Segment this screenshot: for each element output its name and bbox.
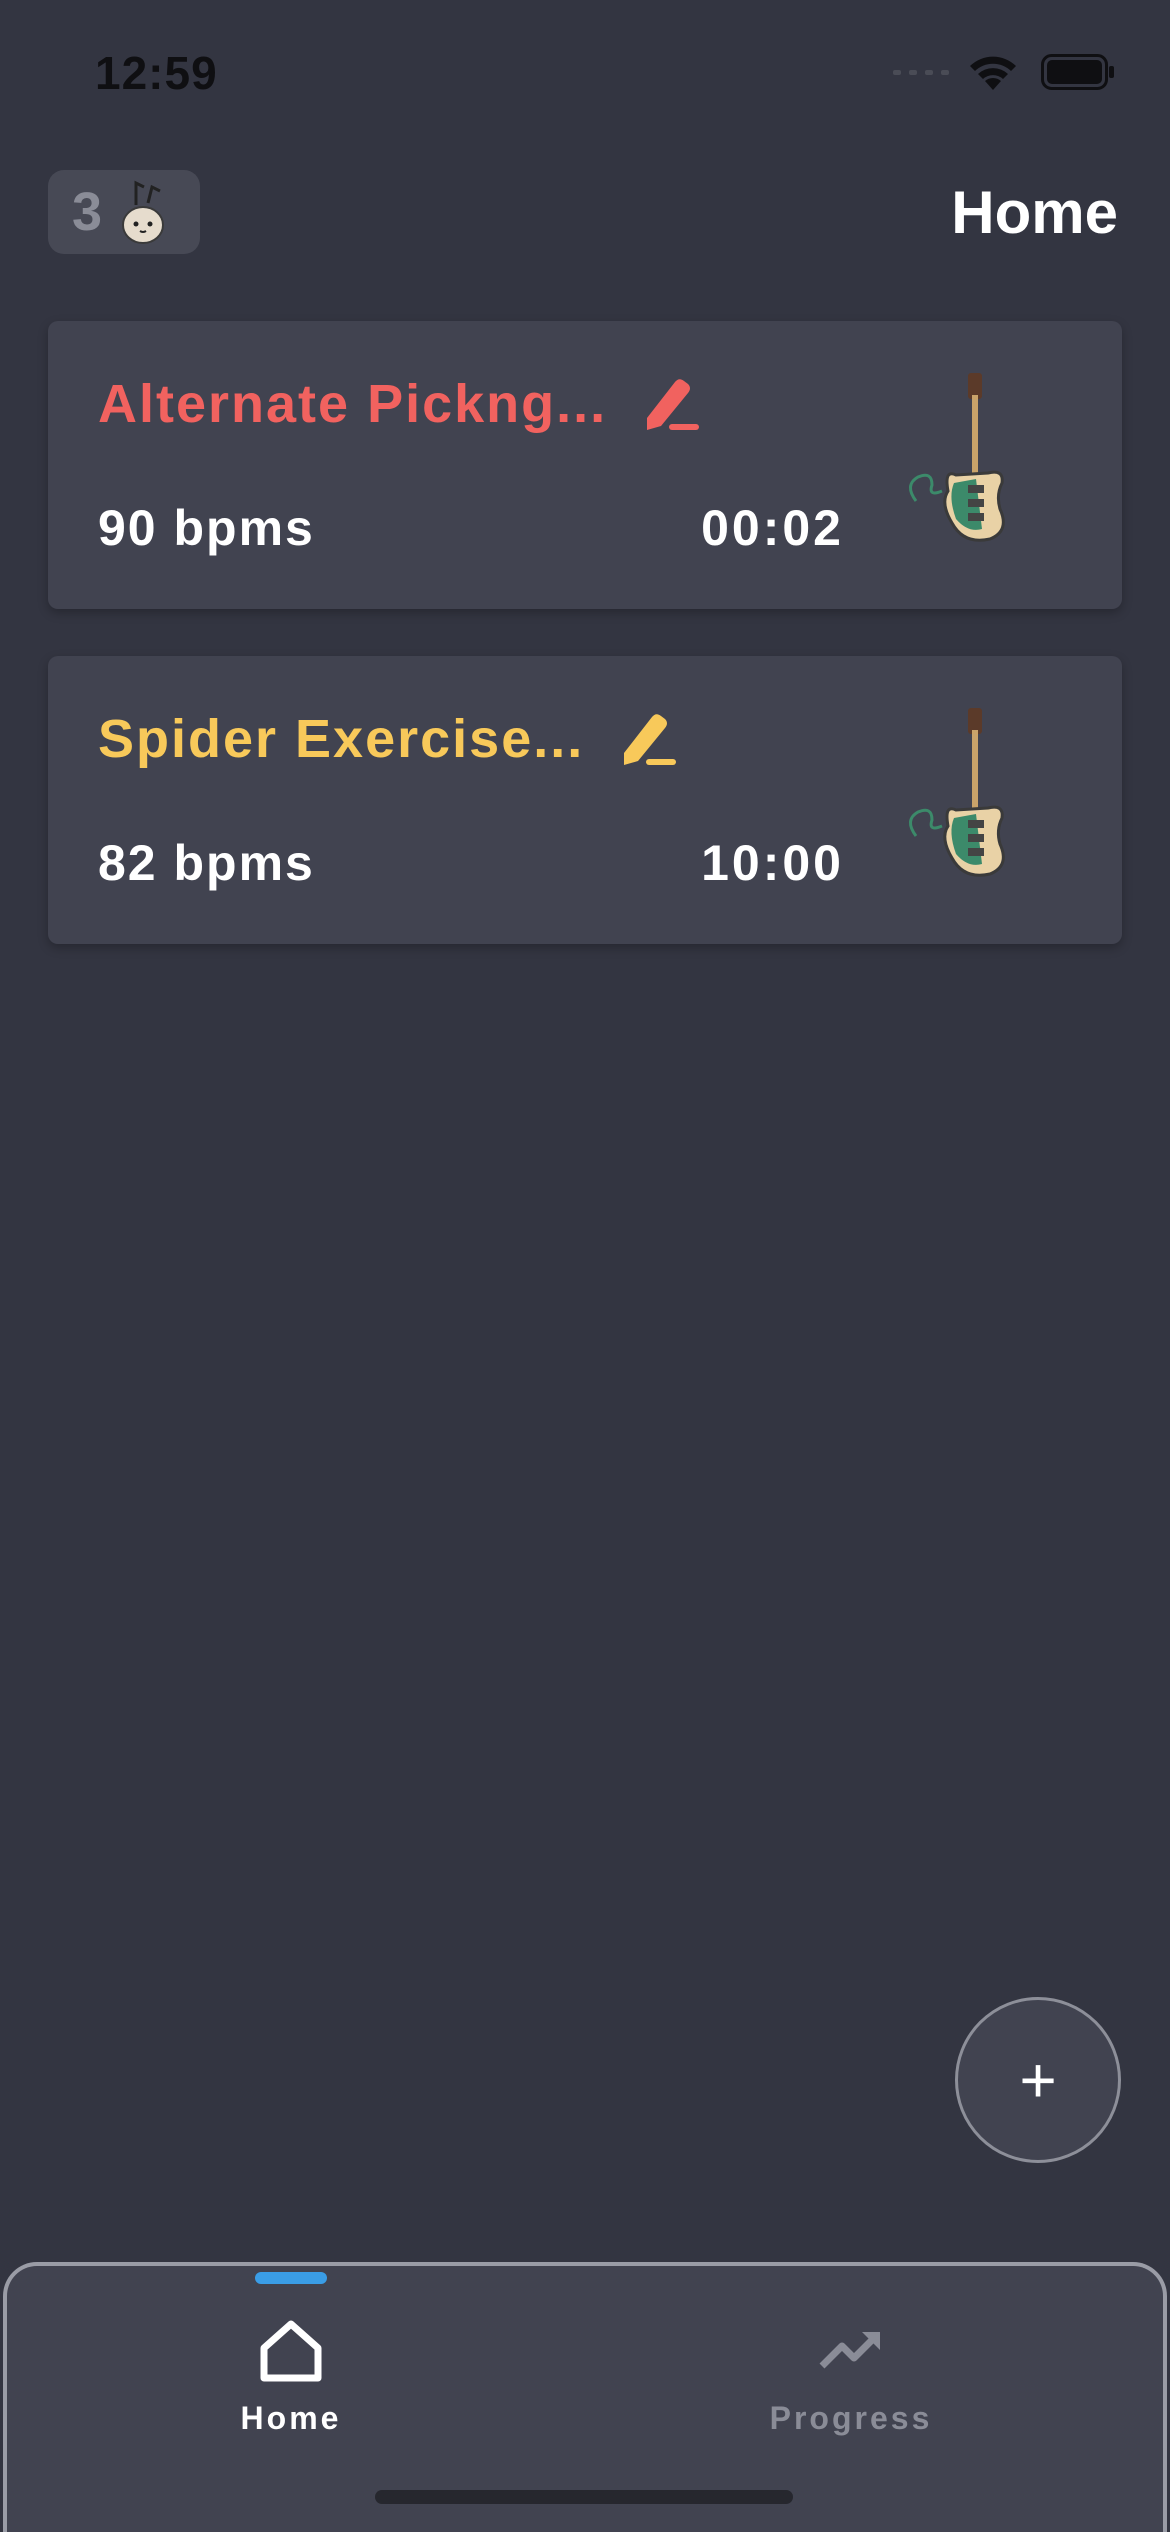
exercise-bpm: 90 bpms bbox=[98, 500, 315, 556]
edit-pencil-icon[interactable] bbox=[616, 709, 682, 769]
home-screen: 12:59 3 Home Alternate Pickng... 90 bpms… bbox=[0, 0, 1170, 2532]
exercise-title: Alternate Pickng... bbox=[98, 374, 608, 434]
page-title: Home bbox=[951, 179, 1118, 246]
streak-count: 3 bbox=[72, 182, 103, 242]
exercise-time: 10:00 bbox=[701, 835, 844, 891]
exercise-title-row: Alternate Pickng... bbox=[98, 373, 705, 435]
active-tab-indicator bbox=[255, 2272, 327, 2284]
exercise-bpm: 82 bpms bbox=[98, 835, 315, 891]
add-exercise-button[interactable]: + bbox=[955, 1997, 1121, 2163]
cellular-signal-icon bbox=[893, 70, 949, 75]
home-icon bbox=[260, 2320, 322, 2382]
tab-label: Progress bbox=[769, 2400, 933, 2436]
exercise-title-row: Spider Exercise... bbox=[98, 708, 682, 770]
exercise-time: 00:02 bbox=[701, 500, 844, 556]
wifi-icon bbox=[970, 56, 1016, 90]
trending-up-icon bbox=[819, 2332, 880, 2369]
exercise-card[interactable]: Alternate Pickng... 90 bpms 00:02 bbox=[48, 321, 1122, 609]
onion-mascot-icon bbox=[122, 180, 165, 244]
exercise-title: Spider Exercise... bbox=[98, 709, 585, 769]
streak-badge[interactable]: 3 bbox=[48, 170, 200, 254]
battery-icon bbox=[1041, 54, 1114, 90]
guitar-icon bbox=[909, 373, 1005, 542]
tab-home[interactable]: Home bbox=[141, 2316, 441, 2437]
status-icons bbox=[893, 52, 1115, 92]
exercise-card[interactable]: Spider Exercise... 82 bpms 10:00 bbox=[48, 656, 1122, 944]
tab-progress[interactable]: Progress bbox=[701, 2316, 1001, 2437]
home-indicator[interactable] bbox=[375, 2490, 793, 2504]
guitar-icon bbox=[909, 708, 1005, 877]
tab-label: Home bbox=[240, 2400, 342, 2436]
edit-pencil-icon[interactable] bbox=[639, 374, 705, 434]
status-time: 12:59 bbox=[95, 47, 218, 99]
